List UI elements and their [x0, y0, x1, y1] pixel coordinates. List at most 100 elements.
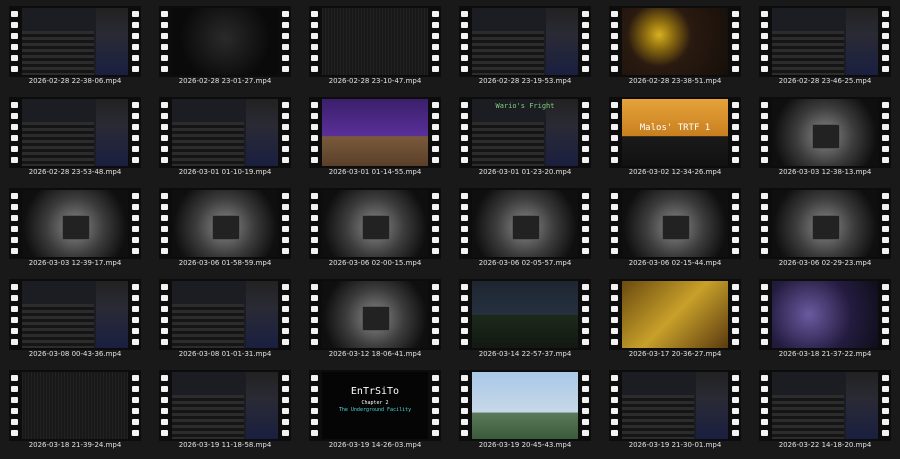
- sprocket-holes: [309, 6, 320, 77]
- sprocket-holes: [280, 370, 291, 441]
- video-preview-frame: [772, 8, 878, 75]
- film-strip-thumbnail: [459, 279, 591, 350]
- video-file-item[interactable]: EnTrSiTo Chapter 2 The Underground Facilit…: [300, 364, 450, 455]
- sprocket-holes: [759, 97, 770, 168]
- film-strip-thumbnail: [159, 370, 291, 441]
- video-file-item[interactable]: 2026-02-28 23-38-51.mp4: [600, 0, 750, 91]
- preview-subtitle-text: Chapter 2: [361, 400, 389, 406]
- file-name-label: 2026-03-19 11-18-58.mp4: [178, 441, 272, 449]
- video-file-item[interactable]: Wario's Fright 2026-03-01 01-23-20.mp4: [450, 91, 600, 182]
- video-file-item[interactable]: 2026-02-28 23-10-47.mp4: [300, 0, 450, 91]
- preview-title-text: EnTrSiTo: [350, 386, 400, 397]
- video-file-item[interactable]: 2026-03-19 11-18-58.mp4: [150, 364, 300, 455]
- film-strip-thumbnail: [759, 279, 891, 350]
- video-file-item[interactable]: 2026-03-12 18-06-41.mp4: [300, 273, 450, 364]
- sprocket-holes: [130, 6, 141, 77]
- video-file-item[interactable]: 2026-03-08 00-43-36.mp4: [0, 273, 150, 364]
- sprocket-holes: [609, 370, 620, 441]
- video-preview-frame: [772, 372, 878, 439]
- video-file-item[interactable]: 2026-02-28 23-19-53.mp4: [450, 0, 600, 91]
- film-strip-thumbnail: Malos' TRTF 1: [609, 97, 741, 168]
- sprocket-holes: [280, 6, 291, 77]
- sprocket-holes: [280, 97, 291, 168]
- sprocket-holes: [130, 370, 141, 441]
- sprocket-holes: [159, 370, 170, 441]
- video-file-item[interactable]: 2026-02-28 23-53-48.mp4: [0, 91, 150, 182]
- file-name-label: 2026-02-28 23-10-47.mp4: [328, 77, 422, 85]
- video-file-item[interactable]: 2026-03-01 01-10-19.mp4: [150, 91, 300, 182]
- film-strip-thumbnail: Wario's Fright: [459, 97, 591, 168]
- sprocket-holes: [880, 6, 891, 77]
- file-name-label: 2026-02-28 23-19-53.mp4: [478, 77, 572, 85]
- film-strip-thumbnail: [759, 370, 891, 441]
- video-file-item[interactable]: 2026-03-18 21-39-24.mp4: [0, 364, 150, 455]
- sprocket-holes: [609, 97, 620, 168]
- video-preview-frame: [22, 190, 128, 257]
- video-preview-frame: [622, 190, 728, 257]
- film-strip-thumbnail: [459, 188, 591, 259]
- sprocket-holes: [9, 188, 20, 259]
- file-name-label: 2026-03-06 02-29-23.mp4: [778, 259, 872, 267]
- video-file-item[interactable]: Malos' TRTF 1 2026-03-02 12-34-26.mp4: [600, 91, 750, 182]
- video-file-item[interactable]: 2026-03-14 22-57-37.mp4: [450, 273, 600, 364]
- video-file-item[interactable]: 2026-02-28 23-46-25.mp4: [750, 0, 900, 91]
- file-name-label: 2026-03-17 20-36-27.mp4: [628, 350, 722, 358]
- sprocket-holes: [159, 188, 170, 259]
- video-file-item[interactable]: 2026-03-19 20-45-43.mp4: [450, 364, 600, 455]
- video-file-item[interactable]: 2026-03-03 12-38-13.mp4: [750, 91, 900, 182]
- sprocket-holes: [9, 6, 20, 77]
- file-name-label: 2026-03-01 01-23-20.mp4: [478, 168, 572, 176]
- video-file-item[interactable]: 2026-03-22 14-18-20.mp4: [750, 364, 900, 455]
- sprocket-holes: [609, 188, 620, 259]
- video-preview-frame: [172, 99, 278, 166]
- video-preview-frame: [472, 190, 578, 257]
- video-preview-frame: [772, 190, 878, 257]
- video-file-item[interactable]: 2026-03-06 02-00-15.mp4: [300, 182, 450, 273]
- video-file-item[interactable]: 2026-03-17 20-36-27.mp4: [600, 273, 750, 364]
- video-preview-frame: [472, 281, 578, 348]
- sprocket-holes: [130, 188, 141, 259]
- file-name-label: 2026-03-03 12-38-13.mp4: [778, 168, 872, 176]
- video-preview-frame: Wario's Fright: [472, 99, 578, 166]
- video-file-item[interactable]: 2026-02-28 22-38-06.mp4: [0, 0, 150, 91]
- sprocket-holes: [430, 188, 441, 259]
- film-strip-thumbnail: [9, 279, 141, 350]
- film-strip-thumbnail: [759, 188, 891, 259]
- video-file-item[interactable]: 2026-03-03 12-39-17.mp4: [0, 182, 150, 273]
- film-strip-thumbnail: [759, 97, 891, 168]
- file-name-label: 2026-03-06 01-58-59.mp4: [178, 259, 272, 267]
- video-file-item[interactable]: 2026-03-18 21-37-22.mp4: [750, 273, 900, 364]
- video-preview-frame: [22, 372, 128, 439]
- video-file-item[interactable]: 2026-03-06 01-58-59.mp4: [150, 182, 300, 273]
- video-preview-frame: [472, 372, 578, 439]
- video-file-item[interactable]: 2026-03-06 02-15-44.mp4: [600, 182, 750, 273]
- video-preview-frame: [622, 8, 728, 75]
- video-preview-frame: [172, 8, 278, 75]
- sprocket-holes: [430, 97, 441, 168]
- video-file-item[interactable]: 2026-03-01 01-14-55.mp4: [300, 91, 450, 182]
- sprocket-holes: [130, 279, 141, 350]
- sprocket-holes: [880, 279, 891, 350]
- film-strip-thumbnail: [609, 279, 741, 350]
- file-name-label: 2026-02-28 22-38-06.mp4: [28, 77, 122, 85]
- video-file-item[interactable]: 2026-03-06 02-29-23.mp4: [750, 182, 900, 273]
- film-strip-thumbnail: [159, 97, 291, 168]
- sprocket-holes: [880, 370, 891, 441]
- video-preview-frame: [172, 372, 278, 439]
- sprocket-holes: [580, 279, 591, 350]
- file-name-label: 2026-02-28 23-46-25.mp4: [778, 77, 872, 85]
- video-file-item[interactable]: 2026-02-28 23-01-27.mp4: [150, 0, 300, 91]
- sprocket-holes: [880, 97, 891, 168]
- file-name-label: 2026-03-06 02-05-57.mp4: [478, 259, 572, 267]
- video-preview-frame: [472, 8, 578, 75]
- film-strip-thumbnail: [609, 6, 741, 77]
- sprocket-holes: [309, 97, 320, 168]
- video-file-item[interactable]: 2026-03-08 01-01-31.mp4: [150, 273, 300, 364]
- file-name-label: 2026-03-01 01-10-19.mp4: [178, 168, 272, 176]
- video-file-item[interactable]: 2026-03-06 02-05-57.mp4: [450, 182, 600, 273]
- sprocket-holes: [9, 370, 20, 441]
- film-strip-thumbnail: [459, 370, 591, 441]
- film-strip-thumbnail: [609, 188, 741, 259]
- video-file-item[interactable]: 2026-03-19 21-30-01.mp4: [600, 364, 750, 455]
- file-name-label: 2026-03-08 01-01-31.mp4: [178, 350, 272, 358]
